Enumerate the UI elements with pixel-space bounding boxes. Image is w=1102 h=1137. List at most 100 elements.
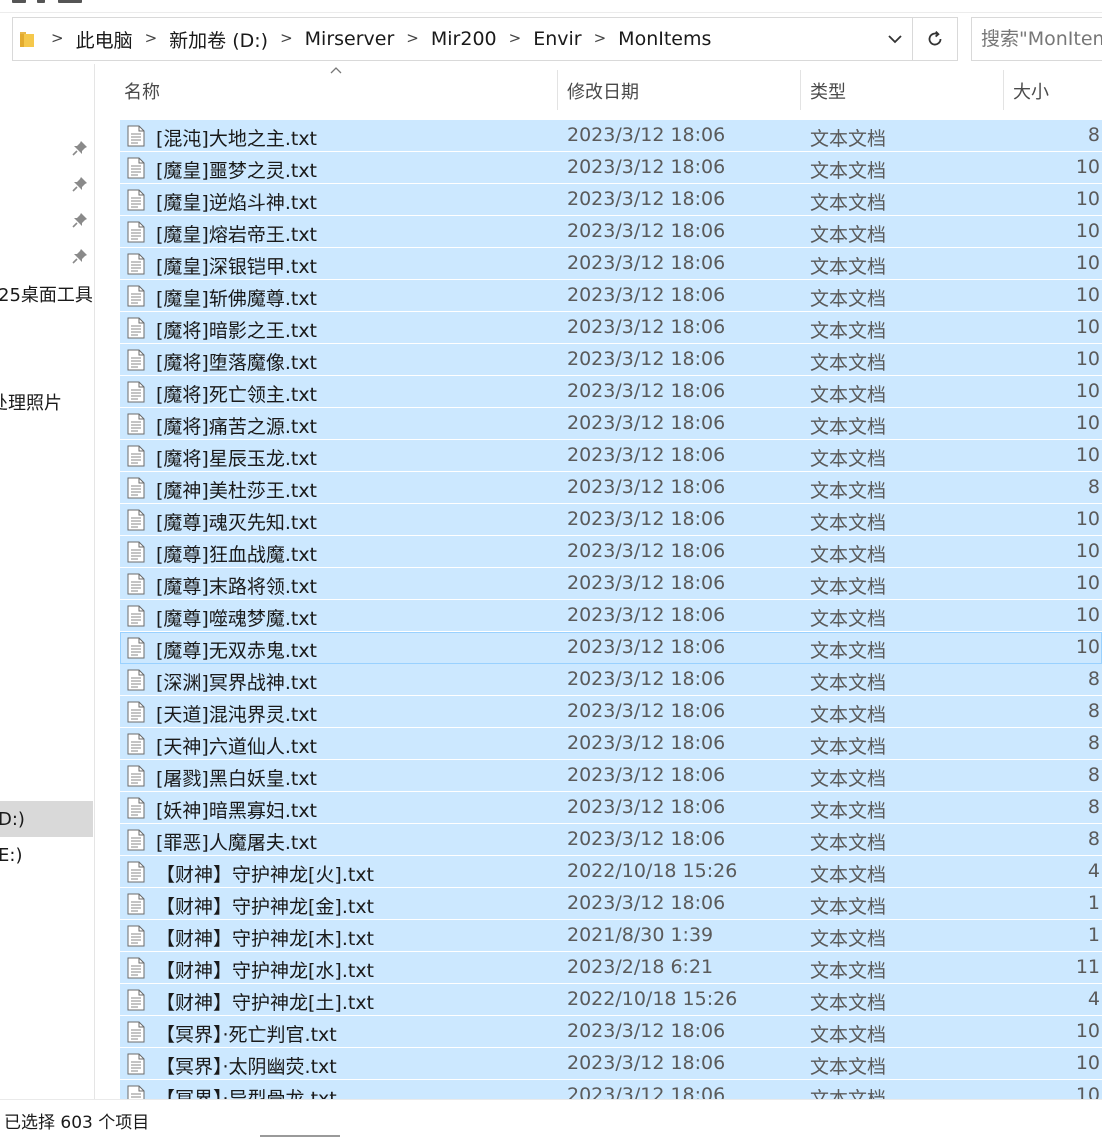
file-size: 8 xyxy=(1087,732,1100,754)
address-bar[interactable]: > 此电脑 > 新加卷 (D:) > Mirserver > Mir200 > Envir > Mon… xyxy=(12,17,958,61)
pin-icon[interactable] xyxy=(72,248,88,264)
file-row[interactable]: 【冥界】·异型骨龙.txt 2023/3/12 18:06 文本文档 10 xyxy=(120,1080,1102,1099)
file-row[interactable]: [魔尊]魂灭先知.txt 2023/3/12 18:06 文本文档 10 xyxy=(120,504,1102,536)
file-name: 【财神】守护神龙[土].txt xyxy=(156,992,375,1014)
file-date: 2022/10/18 15:26 xyxy=(567,860,738,882)
file-row[interactable]: [魔尊]无双赤鬼.txt 2023/3/12 18:06 文本文档 10 xyxy=(120,632,1102,664)
file-type: 文本文档 xyxy=(810,928,887,950)
breadcrumb-item[interactable]: MonItems xyxy=(618,28,711,50)
pin-icon[interactable] xyxy=(72,212,88,228)
column-header-date[interactable]: 修改日期 xyxy=(567,70,797,112)
refresh-button[interactable] xyxy=(912,18,957,60)
file-row[interactable]: [魔将]星辰玉龙.txt 2023/3/12 18:06 文本文档 10 xyxy=(120,440,1102,472)
file-date: 2023/3/12 18:06 xyxy=(567,828,726,850)
status-bar: 已选择 603 个项目 xyxy=(0,1099,1102,1137)
file-name: [混沌]大地之主.txt xyxy=(156,128,318,150)
breadcrumb-separator-icon[interactable]: > xyxy=(133,29,170,47)
file-date: 2023/3/12 18:06 xyxy=(567,732,726,754)
nav-item-drive-e[interactable]: E:) xyxy=(0,845,22,866)
file-row[interactable]: [屠戮]黑白妖皇.txt 2023/3/12 18:06 文本文档 8 xyxy=(120,760,1102,792)
nav-item-drive-d[interactable]: D:) xyxy=(0,809,25,830)
breadcrumb-separator-icon[interactable]: > xyxy=(582,29,619,47)
column-header-type[interactable]: 类型 xyxy=(810,70,1000,112)
file-row[interactable]: [魔皇]逆焰斗神.txt 2023/3/12 18:06 文本文档 10 xyxy=(120,184,1102,216)
file-row[interactable]: 【财神】守护神龙[金].txt 2023/3/12 18:06 文本文档 1 xyxy=(120,888,1102,920)
breadcrumb-item[interactable]: Envir xyxy=(533,28,581,50)
file-row[interactable]: [魔将]痛苦之源.txt 2023/3/12 18:06 文本文档 10 xyxy=(120,408,1102,440)
pin-icon[interactable] xyxy=(72,176,88,192)
breadcrumb-separator-icon[interactable]: > xyxy=(394,29,431,47)
file-row[interactable]: [魔皇]熔岩帝王.txt 2023/3/12 18:06 文本文档 10 xyxy=(120,216,1102,248)
file-row[interactable]: [魔皇]斩佛魔尊.txt 2023/3/12 18:06 文本文档 10 xyxy=(120,280,1102,312)
breadcrumb-separator-icon[interactable]: > xyxy=(497,29,534,47)
pin-icon[interactable] xyxy=(72,140,88,156)
file-date: 2023/3/12 18:06 xyxy=(567,540,726,562)
file-date: 2023/3/12 18:06 xyxy=(567,1084,726,1099)
file-row[interactable]: 【冥界】·死亡判官.txt 2023/3/12 18:06 文本文档 10 xyxy=(120,1016,1102,1048)
file-name: 【冥界】·异型骨龙.txt xyxy=(156,1088,337,1099)
file-row[interactable]: 【冥界】·太阴幽荧.txt 2023/3/12 18:06 文本文档 10 xyxy=(120,1048,1102,1080)
file-row[interactable]: 【财神】守护神龙[水].txt 2023/2/18 6:21 文本文档 11 xyxy=(120,952,1102,984)
file-date: 2023/3/12 18:06 xyxy=(567,252,726,274)
file-row[interactable]: [魔尊]噬魂梦魔.txt 2023/3/12 18:06 文本文档 10 xyxy=(120,600,1102,632)
file-row[interactable]: [妖神]暗黑寡妇.txt 2023/3/12 18:06 文本文档 8 xyxy=(120,792,1102,824)
breadcrumb: > 此电脑 > 新加卷 (D:) > Mirserver > Mir200 > Envir > Mon… xyxy=(39,18,711,60)
file-date: 2023/3/12 18:06 xyxy=(567,572,726,594)
file-date: 2023/3/12 18:06 xyxy=(567,764,726,786)
search-box[interactable] xyxy=(971,17,1102,61)
column-resize-handle[interactable] xyxy=(557,70,558,110)
file-row[interactable]: [魔将]堕落魔像.txt 2023/3/12 18:06 文本文档 10 xyxy=(120,344,1102,376)
file-row[interactable]: [魔尊]末路将领.txt 2023/3/12 18:06 文本文档 10 xyxy=(120,568,1102,600)
breadcrumb-separator-icon[interactable]: > xyxy=(268,29,305,47)
file-name: [魔将]死亡领主.txt xyxy=(156,384,318,406)
file-size: 10 xyxy=(1075,348,1100,370)
file-row[interactable]: [魔皇]噩梦之灵.txt 2023/3/12 18:06 文本文档 10 xyxy=(120,152,1102,184)
file-row[interactable]: [魔尊]狂血战魔.txt 2023/3/12 18:06 文本文档 10 xyxy=(120,536,1102,568)
file-row[interactable]: [天道]混沌界灵.txt 2023/3/12 18:06 文本文档 8 xyxy=(120,696,1102,728)
file-date: 2023/3/12 18:06 xyxy=(567,1020,726,1042)
file-row[interactable]: [天神]六道仙人.txt 2023/3/12 18:06 文本文档 8 xyxy=(120,728,1102,760)
file-row[interactable]: 【财神】守护神龙[土].txt 2022/10/18 15:26 文本文档 4 xyxy=(120,984,1102,1016)
breadcrumb-item[interactable]: 新加卷 (D:) xyxy=(169,26,268,53)
nav-item-photos[interactable]: 处理照片 xyxy=(0,389,62,415)
file-row[interactable]: [魔皇]深银铠甲.txt 2023/3/12 18:06 文本文档 10 xyxy=(120,248,1102,280)
file-size: 10 xyxy=(1075,220,1100,242)
search-input[interactable] xyxy=(981,27,1102,51)
file-name: [魔将]星辰玉龙.txt xyxy=(156,448,318,470)
file-row[interactable]: [深渊]冥界战神.txt 2023/3/12 18:06 文本文档 8 xyxy=(120,664,1102,696)
breadcrumb-item[interactable]: 此电脑 xyxy=(76,26,133,53)
text-file-icon xyxy=(127,829,145,851)
text-file-icon xyxy=(127,477,145,499)
file-row[interactable]: [罪恶]人魔屠夫.txt 2023/3/12 18:06 文本文档 8 xyxy=(120,824,1102,856)
file-row[interactable]: 【财神】守护神龙[木].txt 2021/8/30 1:39 文本文档 1 xyxy=(120,920,1102,952)
text-file-icon xyxy=(127,861,145,883)
column-header-name[interactable]: 名称 xyxy=(124,70,554,112)
file-row[interactable]: [魔神]美杜莎王.txt 2023/3/12 18:06 文本文档 8 xyxy=(120,472,1102,504)
file-type: 文本文档 xyxy=(810,352,887,374)
nav-item-desktop-tools[interactable]: 25桌面工具 xyxy=(0,281,93,307)
column-header-size[interactable]: 大小 xyxy=(1013,70,1098,112)
text-file-icon xyxy=(127,1021,145,1043)
text-file-icon xyxy=(127,509,145,531)
file-name: [魔将]暗影之王.txt xyxy=(156,320,318,342)
file-size: 10 xyxy=(1075,252,1100,274)
file-row[interactable]: [魔将]暗影之王.txt 2023/3/12 18:06 文本文档 10 xyxy=(120,312,1102,344)
chevron-down-icon[interactable] xyxy=(885,29,905,49)
breadcrumb-item[interactable]: Mirserver xyxy=(305,28,395,50)
folder-icon xyxy=(20,32,34,47)
column-resize-handle[interactable] xyxy=(800,70,801,110)
file-date: 2023/3/12 18:06 xyxy=(567,668,726,690)
file-type: 文本文档 xyxy=(810,480,887,502)
file-size: 8 xyxy=(1087,476,1100,498)
breadcrumb-item[interactable]: Mir200 xyxy=(431,28,497,50)
file-type: 文本文档 xyxy=(810,960,887,982)
breadcrumb-separator-icon[interactable]: > xyxy=(39,29,76,47)
file-row[interactable]: [混沌]大地之主.txt 2023/3/12 18:06 文本文档 8 xyxy=(120,120,1102,152)
file-size: 4 xyxy=(1087,860,1100,882)
file-row[interactable]: 【财神】守护神龙[火].txt 2022/10/18 15:26 文本文档 4 xyxy=(120,856,1102,888)
column-resize-handle[interactable] xyxy=(1003,70,1004,110)
text-file-icon xyxy=(127,349,145,371)
file-row[interactable]: [魔将]死亡领主.txt 2023/3/12 18:06 文本文档 10 xyxy=(120,376,1102,408)
file-size: 10 xyxy=(1075,540,1100,562)
file-size: 1 xyxy=(1087,892,1100,914)
